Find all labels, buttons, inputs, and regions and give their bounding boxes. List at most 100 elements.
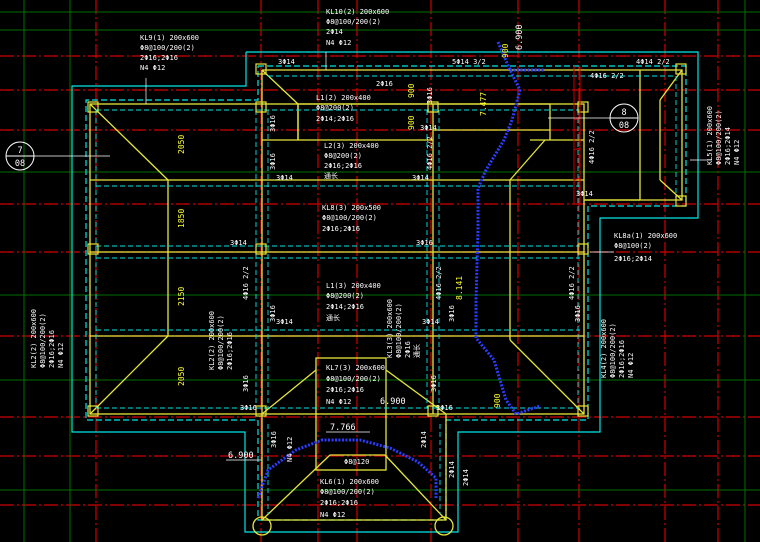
l1b-line-1: L1(3) 200x400 <box>326 282 381 290</box>
rebar-label: 3Φ16 <box>426 87 434 104</box>
rebar-label: 4Φ16 2/2 <box>590 72 624 80</box>
rebar-label: 3Φ16 <box>574 305 582 322</box>
kl3-line-3: 2Φ16 <box>404 341 412 358</box>
rebar-label: Φ8@120 <box>344 458 369 466</box>
rebar-label: 4Φ14 2/2 <box>636 58 670 66</box>
kl8-line-2: Φ8@100/200(2) <box>322 214 377 222</box>
elevation-6900: 6.900 <box>515 24 525 50</box>
kl2-line-4: N4 Φ12 <box>57 343 65 368</box>
rebar-label: 2Φ14 <box>462 469 470 486</box>
kl5-line-4: N4 Φ12 <box>733 140 741 165</box>
kl7-line-3: 2Φ16;2Φ16 <box>326 386 364 394</box>
kl10-line-1: KL10(2) 200x600 <box>326 8 389 16</box>
l2-line-4: 通长 <box>324 171 338 180</box>
rebar-label: 3Φ14 <box>230 239 247 247</box>
rebar-label: 2Φ16 <box>376 80 393 88</box>
l2-line-1: L2(3) 200x400 <box>324 142 379 150</box>
kl4-line-3: 2Φ16;2Φ16 <box>618 340 626 378</box>
rebar-label: 3Φ16 <box>436 404 453 412</box>
axis-8-ref: 08 <box>619 121 629 131</box>
kl7-line-2: Φ8@100/200(2) <box>326 375 381 383</box>
rebar-label: 3Φ16 <box>240 404 257 412</box>
rebar-label: 4Φ16 2/2 <box>242 266 250 300</box>
dimension-900: 900 <box>407 83 416 98</box>
rebar-label: 4Φ16 2/2 <box>426 136 434 170</box>
kl9-line-3: 2Φ16;2Φ16 <box>140 54 178 62</box>
rebar-label: 4Φ16 2/2 <box>435 266 443 300</box>
kl2b-line-3: 2Φ16;2Φ16 <box>226 332 234 370</box>
kl9-line-4: N4 Φ12 <box>140 64 165 72</box>
rebar-label: 3Φ14 <box>276 318 293 326</box>
rebar-label: 3Φ14 <box>276 174 293 182</box>
kl2b-line-1: KL2(2) 200x600 <box>208 311 216 370</box>
elevation-6900: 6.900 <box>380 397 406 407</box>
kl6-line-1: KL6(1) 200x600 <box>320 478 379 486</box>
kl6-line-3: 2Φ16;2Φ16 <box>320 499 358 507</box>
kl9-line-2: Φ8@100/200(2) <box>140 44 195 52</box>
rebar-label: 3Φ16 <box>448 305 456 322</box>
rebar-label: 3Φ14 <box>576 190 593 198</box>
kl7-line-1: KL7(3) 200x600 <box>326 364 385 372</box>
rebar-label: 3Φ16 <box>269 153 277 170</box>
kl10-line-2: Φ8@100/200(2) <box>326 18 381 26</box>
kl5-line-3: 2Φ16;2Φ14 <box>724 127 732 165</box>
kl3-line-2: Φ8@100/200(2) <box>395 303 403 358</box>
rebar-label: 3Φ16 <box>430 375 438 392</box>
elevation-7766: 7.766 <box>330 423 356 433</box>
l1b-line-3: 2Φ14;2Φ16 <box>326 303 364 311</box>
kl2-line-2: Φ8@100/200(2) <box>39 313 47 368</box>
rebar-label: 3Φ14 <box>278 58 295 66</box>
dimension-2050-top: 2050 <box>177 135 186 154</box>
l1b-line-4: 通长 <box>326 313 340 322</box>
rebar-label: 3Φ14 <box>420 124 437 132</box>
l1b-line-2: Φ8@200(2) <box>326 292 364 300</box>
rebar-label: 4Φ16 2/2 <box>588 130 596 164</box>
rebar-label: 2Φ14 <box>448 461 456 478</box>
dimension-2050-bottom: 2050 <box>177 367 186 386</box>
kl2b-line-2: Φ8@100/200(2) <box>217 315 225 370</box>
kl9-line-1: KL9(1) 200x600 <box>140 34 199 42</box>
rebar-label: N4 Φ12 <box>286 437 294 462</box>
axis-7-ref: 08 <box>15 159 25 169</box>
elevation-6900: 6.900 <box>228 451 254 461</box>
rebar-label: 5Φ14 3/2 <box>452 58 486 66</box>
dimension-1850: 1850 <box>177 209 186 228</box>
rebar-label: 3Φ16 <box>269 115 277 132</box>
kl3-line-1: KL3(3) 200x600 <box>386 299 394 358</box>
kl8-line-1: KL8(3) 200x500 <box>322 204 381 212</box>
kl5-line-1: KL5(1) 200x600 <box>706 106 714 165</box>
dimension-900: 900 <box>493 393 502 408</box>
structural-plan-drawing: 7 08 8 08 KL9(1) 200x600 Φ8@100/200(2) 2… <box>0 0 760 542</box>
kl8-line-3: 2Φ16;2Φ16 <box>322 225 360 233</box>
axis-8-number: 8 <box>621 108 626 118</box>
kl10-line-4: N4 Φ12 <box>326 39 351 47</box>
kl4-line-1: KL4(2) 200x600 <box>600 319 608 378</box>
kl8a-line-2: Φ8@100(2) <box>614 242 652 250</box>
kl7-line-4: N4 Φ12 <box>326 398 351 406</box>
rebar-label: 3Φ16 <box>416 239 433 247</box>
kl4-line-2: Φ8@100/200(2) <box>609 323 617 378</box>
kl10-line-3: 2Φ14 <box>326 28 343 36</box>
kl6-line-4: N4 Φ12 <box>320 511 345 519</box>
kl8a-line-3: 2Φ16;2Φ14 <box>614 255 652 263</box>
rebar-label: 3Φ14 <box>422 318 439 326</box>
l1-line-2: Φ8@200(2) <box>316 104 354 112</box>
l1-line-3: 2Φ14;2Φ16 <box>316 115 354 123</box>
kl6-line-2: Φ8@100/200(2) <box>320 488 375 496</box>
l2-line-3: 2Φ16;2Φ16 <box>324 162 362 170</box>
rebar-label: 4Φ16 2/2 <box>568 266 576 300</box>
axis-7-number: 7 <box>17 146 22 156</box>
kl5-line-2: Φ8@100/200(2) <box>715 110 723 165</box>
rebar-label: 3Φ16 <box>270 431 278 448</box>
kl3-line-4: 通长 <box>412 344 421 358</box>
kl2-line-1: KL2(2) 200x600 <box>30 309 38 368</box>
dimension-2150: 2150 <box>177 287 186 306</box>
l2-line-2: Φ8@200(2) <box>324 152 362 160</box>
rebar-label: 2Φ14 <box>420 431 428 448</box>
rebar-label: 3Φ14 <box>412 174 429 182</box>
rebar-label: 3Φ16 <box>242 375 250 392</box>
kl2-line-3: 2Φ16;2Φ16 <box>48 330 56 368</box>
dimension-900: 900 <box>407 115 416 130</box>
kl8a-line-1: KL8a(1) 200x600 <box>614 232 677 240</box>
l1-line-1: L1(2) 200x400 <box>316 94 371 102</box>
